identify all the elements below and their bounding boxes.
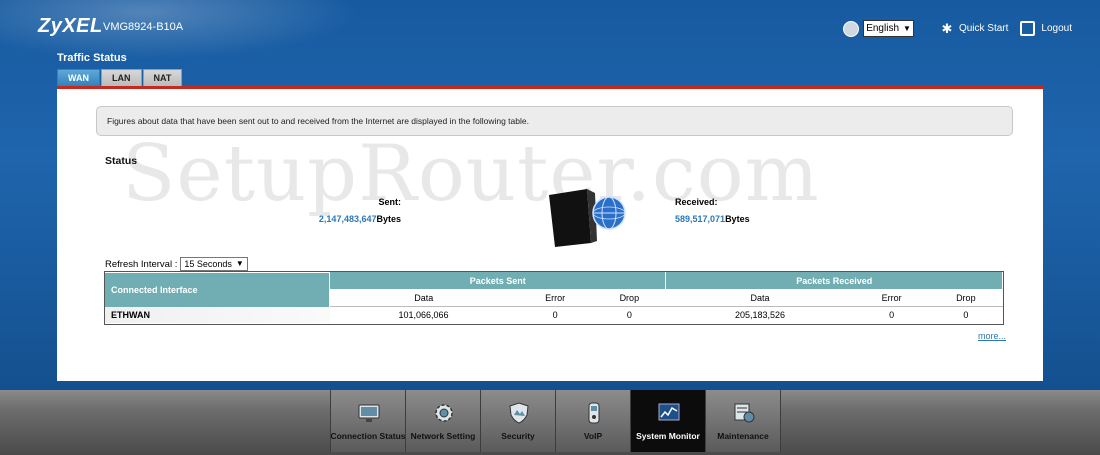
logout-link[interactable]: Logout	[1020, 21, 1072, 36]
bottom-nav-bar: Connection Status Network Setting Securi…	[0, 390, 1100, 455]
tab-nat[interactable]: NAT	[142, 69, 183, 87]
sent-value-line: 2,147,483,647Bytes	[300, 214, 401, 224]
sent-unit: Bytes	[376, 214, 401, 224]
nav-label: VoIP	[583, 431, 603, 441]
chevron-down-icon: ▼	[903, 24, 911, 33]
top-right-bar: English ▼ ✱ Quick Start Logout	[843, 20, 1072, 37]
nav-label: System Monitor	[636, 431, 700, 441]
phone-icon	[588, 402, 600, 424]
received-bytes-value: 589,517,071	[675, 214, 726, 224]
nav-connection-status[interactable]: Connection Status	[330, 390, 406, 452]
status-heading: Status	[105, 155, 138, 167]
tab-lan[interactable]: LAN	[101, 69, 142, 87]
tab-bar: WAN LAN NAT	[57, 69, 183, 87]
chart-icon	[658, 403, 680, 421]
logout-icon	[1020, 21, 1036, 36]
received-value-line: 589,517,071Bytes	[675, 214, 750, 224]
refresh-select[interactable]: 15 Seconds ▼	[180, 257, 248, 271]
info-box: Figures about data that have been sent o…	[96, 106, 1013, 136]
logout-label: Logout	[1041, 23, 1072, 34]
refresh-label: Refresh Interval :	[105, 258, 178, 270]
nav-label: Maintenance	[717, 431, 769, 441]
language-select[interactable]: English ▼	[863, 20, 914, 37]
refresh-interval: Refresh Interval : 15 Seconds ▼	[105, 257, 248, 271]
content-panel: SetupRouter.com Figures about data that …	[57, 86, 1043, 381]
tab-wan[interactable]: WAN	[57, 69, 100, 87]
shield-icon	[509, 402, 529, 424]
received-label: Received:	[675, 197, 718, 207]
brand-logo: ZyXEL	[38, 15, 103, 37]
router-globe-icon	[549, 189, 626, 247]
nav-system-monitor[interactable]: System Monitor	[631, 390, 706, 452]
refresh-value: 15 Seconds	[184, 259, 232, 269]
received-unit: Bytes	[725, 214, 750, 224]
user-globe-icon	[843, 20, 860, 37]
nav-network-setting[interactable]: Network Setting	[406, 390, 481, 452]
quick-start-link[interactable]: ✱ Quick Start	[940, 20, 1009, 36]
page-title: Traffic Status	[57, 52, 127, 64]
sent-label: Sent:	[378, 197, 402, 207]
monitor-icon	[358, 404, 380, 422]
wizard-icon: ✱	[941, 20, 953, 36]
more-link[interactable]: more...	[978, 331, 1006, 341]
nav-voip[interactable]: VoIP	[556, 390, 631, 452]
main-nav: Connection Status Network Setting Securi…	[330, 390, 781, 452]
tools-icon	[734, 403, 755, 423]
table-border	[104, 271, 1004, 325]
chevron-down-icon: ▼	[235, 259, 244, 268]
nav-security[interactable]: Security	[481, 390, 556, 452]
nav-label: Connection Status	[330, 431, 406, 441]
header-background: ZyXEL VMG8924-B10A English ▼ ✱ Quick Sta…	[0, 0, 1100, 390]
nav-label: Security	[501, 431, 535, 441]
model-name: VMG8924-B10A	[103, 21, 184, 33]
sent-bytes-value: 2,147,483,647	[318, 214, 377, 224]
nav-maintenance[interactable]: Maintenance	[706, 390, 781, 452]
gear-icon	[435, 404, 453, 422]
quick-start-label: Quick Start	[958, 23, 1009, 34]
nav-label: Network Setting	[410, 431, 476, 441]
language-value: English	[866, 23, 900, 34]
